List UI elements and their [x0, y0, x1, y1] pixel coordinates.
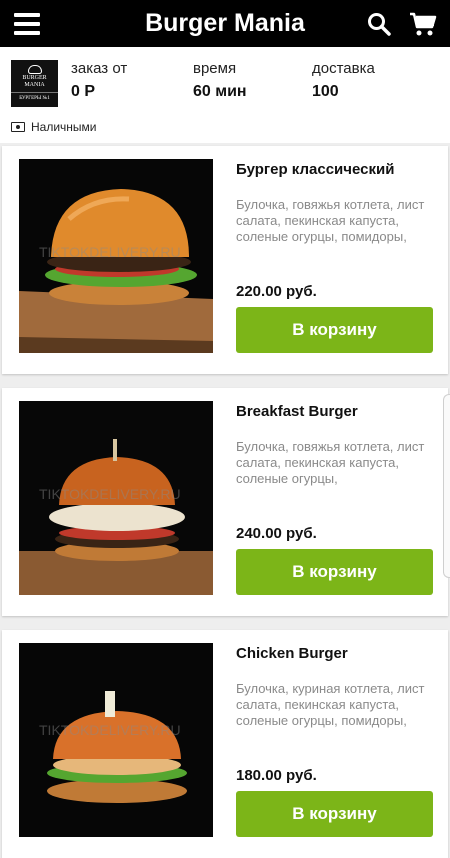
product-name[interactable]: Бургер классический [236, 161, 441, 178]
restaurant-info: BURGER MANIA БУРГЕРЫ №1 заказ от 0 Р вре… [0, 47, 450, 143]
add-to-cart-button[interactable]: В корзину [236, 307, 433, 353]
product-name[interactable]: Chicken Burger [236, 645, 441, 662]
side-scroll-handle[interactable] [443, 394, 450, 578]
delivery-cost-value: 100 [312, 83, 339, 100]
delivery-time-stat: время 60 мин [193, 60, 247, 101]
add-to-cart-button[interactable]: В корзину [236, 549, 433, 595]
restaurant-logo: BURGER MANIA БУРГЕРЫ №1 [11, 60, 58, 107]
delivery-time-label: время [193, 60, 237, 77]
payment-method: Наличными [11, 120, 97, 134]
product-description: Булочка, куриная котлета, лист салата, п… [236, 681, 425, 728]
cart-icon[interactable] [409, 12, 437, 37]
product-image[interactable]: TIKTOKDELIVERY.RU [19, 159, 213, 353]
product-description: Булочка, говяжья котлета, лист салата, п… [236, 197, 425, 244]
product-price: 240.00 руб. [236, 525, 317, 542]
search-icon[interactable] [367, 12, 391, 36]
product-image[interactable]: TIKTOKDELIVERY.RU [19, 643, 213, 837]
product-card[interactable]: TIKTOKDELIVERY.RU Chicken Burger Булочка… [2, 630, 448, 858]
product-card[interactable]: TIKTOKDELIVERY.RU Breakfast Burger Булоч… [2, 388, 448, 616]
cash-icon [11, 122, 25, 132]
product-price: 180.00 руб. [236, 767, 317, 784]
watermark-text: TIKTOKDELIVERY.RU [39, 486, 181, 502]
product-card[interactable]: TIKTOKDELIVERY.RU Бургер классический Бу… [2, 146, 448, 374]
product-price: 220.00 руб. [236, 283, 317, 300]
product-name[interactable]: Breakfast Burger [236, 403, 441, 420]
product-image[interactable]: TIKTOKDELIVERY.RU [19, 401, 213, 595]
delivery-cost-label: доставка [312, 60, 375, 77]
add-to-cart-button[interactable]: В корзину [236, 791, 433, 837]
product-description: Булочка, говяжья котлета, лист салата, п… [236, 439, 425, 486]
watermark-text: TIKTOKDELIVERY.RU [39, 722, 181, 738]
delivery-cost-stat: доставка 100 [312, 60, 375, 101]
watermark-text: TIKTOKDELIVERY.RU [39, 244, 181, 260]
delivery-time-value: 60 мин [193, 83, 247, 100]
payment-method-label: Наличными [31, 120, 97, 134]
menu-icon[interactable] [14, 13, 40, 35]
min-order-label: заказ от [71, 60, 128, 77]
min-order-stat: заказ от 0 Р [71, 60, 127, 101]
app-header: Burger Mania [0, 0, 450, 47]
min-order-value: 0 Р [71, 83, 96, 100]
